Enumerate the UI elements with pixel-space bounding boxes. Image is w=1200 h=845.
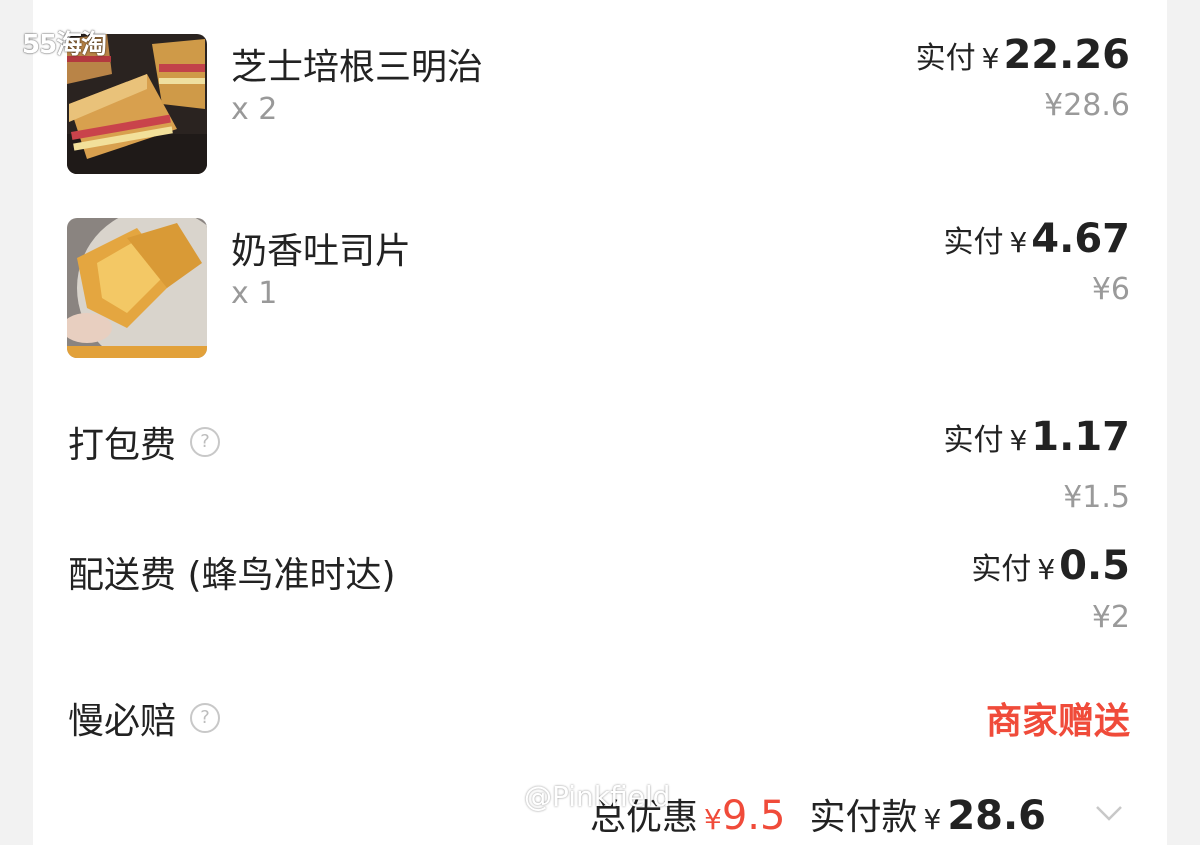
currency-symbol: ¥ <box>981 42 1000 75</box>
item-quantity: x 1 <box>231 276 278 311</box>
currency-symbol: ¥ <box>1037 553 1056 586</box>
paid-total-label: 实付款 <box>809 797 918 838</box>
discount-amount: 9.5 <box>721 793 786 839</box>
watermark-logo: 55海淘 <box>22 30 107 60</box>
packing-fee-label: 打包费 <box>68 425 177 466</box>
currency-symbol: ¥ <box>1009 226 1028 259</box>
delivery-fee-paid: 实付 ¥0.5 <box>971 543 1130 589</box>
slow-compensation-row: 慢必赔 ? <box>68 692 221 744</box>
item-quantity: x 2 <box>231 92 278 127</box>
product-image-toast[interactable] <box>67 218 207 358</box>
slow-compensation-label: 慢必赔 <box>68 701 177 742</box>
paid-amount: 1.17 <box>1031 414 1130 460</box>
delivery-fee-original: ¥2 <box>1091 600 1130 635</box>
paid-prefix: 实付 <box>943 225 1004 260</box>
merchant-gift-badge: 商家赠送 <box>985 701 1130 742</box>
item-paid-price: 实付 ¥4.67 <box>943 216 1130 262</box>
item-name: 奶香吐司片 <box>231 231 412 272</box>
paid-amount: 22.26 <box>1003 32 1130 78</box>
paid-prefix: 实付 <box>971 552 1032 587</box>
item-original-price: ¥28.6 <box>1044 88 1130 123</box>
paid-total-amount: 28.6 <box>947 793 1047 839</box>
help-icon[interactable]: ? <box>190 427 221 457</box>
paid-amount: 0.5 <box>1059 543 1130 589</box>
currency-symbol: ¥ <box>923 803 942 836</box>
item-original-price: ¥6 <box>1091 272 1130 307</box>
toast-image <box>67 218 207 358</box>
chevron-down-icon[interactable] <box>1094 798 1124 828</box>
currency-symbol: ¥ <box>704 803 722 836</box>
delivery-fee-row: 配送费 (蜂鸟准时达) <box>68 546 396 598</box>
watermark-username: @Pinkfield <box>524 780 671 813</box>
paid-prefix: 实付 <box>915 41 976 76</box>
packing-fee-row: 打包费 ? <box>68 416 221 468</box>
paid-prefix: 实付 <box>943 423 1004 458</box>
delivery-fee-label: 配送费 (蜂鸟准时达) <box>68 555 396 596</box>
help-icon[interactable]: ? <box>190 703 221 733</box>
item-paid-price: 实付 ¥22.26 <box>916 32 1130 78</box>
packing-fee-paid: 实付 ¥1.17 <box>943 414 1130 460</box>
currency-symbol: ¥ <box>1009 424 1028 457</box>
paid-amount: 4.67 <box>1031 216 1130 262</box>
item-name: 芝士培根三明治 <box>231 47 484 88</box>
packing-fee-original: ¥1.5 <box>1063 480 1130 515</box>
